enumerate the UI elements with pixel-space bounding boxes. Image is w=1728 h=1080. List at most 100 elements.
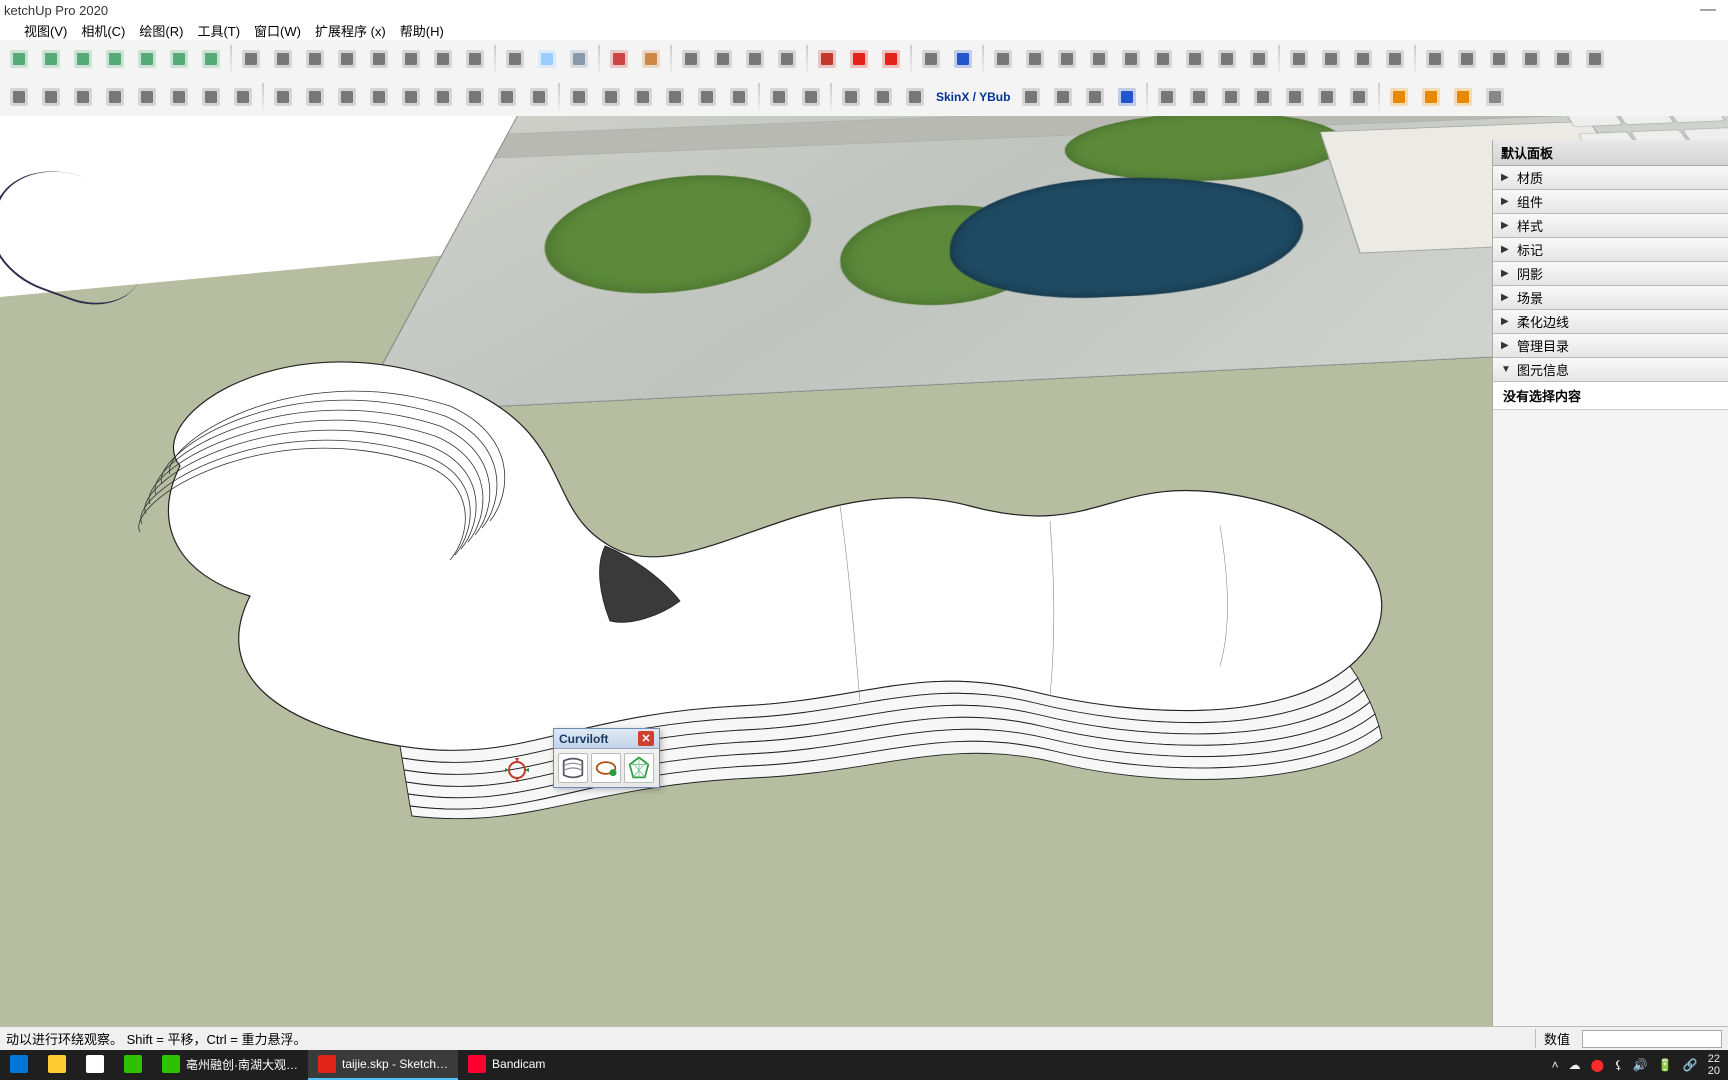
cube-c-button[interactable] <box>1348 44 1378 74</box>
outliner-button[interactable] <box>708 44 738 74</box>
fog-button[interactable] <box>532 44 562 74</box>
tape-button[interactable] <box>268 44 298 74</box>
tray-panel-1[interactable]: ▶组件 <box>1493 190 1728 214</box>
tray-panel-7[interactable]: ▶管理目录 <box>1493 334 1728 358</box>
red1-button[interactable] <box>764 82 794 112</box>
record-icon[interactable]: ⬤ <box>1591 1058 1604 1072</box>
poly-button[interactable] <box>396 82 426 112</box>
curviloft-toolbar[interactable]: Curviloft ✕ <box>553 728 660 788</box>
loft-path-button[interactable] <box>591 753 621 783</box>
box5-button[interactable] <box>1116 44 1146 74</box>
sheet5-button[interactable] <box>1548 44 1578 74</box>
onedrive-icon[interactable]: ☁ <box>1569 1058 1581 1072</box>
wifi-icon[interactable]: ⚸ <box>1614 1058 1623 1072</box>
sheet1-button[interactable] <box>1420 44 1450 74</box>
purple3-button[interactable] <box>900 82 930 112</box>
push-button[interactable] <box>300 82 330 112</box>
curve-button[interactable] <box>524 82 554 112</box>
viewport[interactable]: Curviloft ✕ <box>0 116 1728 1026</box>
box8-button[interactable] <box>1212 44 1242 74</box>
plugin-a-button[interactable] <box>916 44 946 74</box>
layers-button[interactable] <box>676 44 706 74</box>
select-button[interactable] <box>4 82 34 112</box>
tray-panel-2[interactable]: ▶样式 <box>1493 214 1728 238</box>
cshape6-button[interactable] <box>724 82 754 112</box>
menu-ext[interactable]: 扩展程序 (x) <box>309 20 392 41</box>
scenes-button[interactable] <box>740 44 770 74</box>
recycle-button[interactable] <box>1416 82 1446 112</box>
dl-button[interactable] <box>1384 82 1414 112</box>
box7-button[interactable] <box>1180 44 1210 74</box>
menu-help[interactable]: 帮助(H) <box>394 20 450 41</box>
section-button[interactable] <box>460 44 490 74</box>
gear1-button[interactable] <box>1448 82 1478 112</box>
link-icon[interactable]: 🔗 <box>1683 1058 1698 1072</box>
menu-view[interactable]: 视图(V) <box>18 20 73 41</box>
arr-up2-button[interactable] <box>1184 82 1214 112</box>
taskbar-clock[interactable]: 22 20 <box>1708 1053 1720 1077</box>
green-rec-button[interactable] <box>1016 82 1046 112</box>
pencil-button[interactable] <box>268 82 298 112</box>
select-lasso-button[interactable] <box>236 44 266 74</box>
menu-draw[interactable]: 绘图(R) <box>133 20 189 41</box>
right-view-button[interactable] <box>132 44 162 74</box>
task-edge[interactable] <box>0 1050 38 1080</box>
pie-button[interactable] <box>492 82 522 112</box>
bezier2-button[interactable] <box>164 82 194 112</box>
bottom-button[interactable] <box>196 44 226 74</box>
box2-button[interactable] <box>1020 44 1050 74</box>
sheet2-button[interactable] <box>1452 44 1482 74</box>
bezier1-button[interactable] <box>132 82 162 112</box>
box6-button[interactable] <box>1148 44 1178 74</box>
freehand-button[interactable] <box>100 82 130 112</box>
menu-window[interactable]: 窗口(W) <box>248 20 307 41</box>
tray-panel-5[interactable]: ▶场景 <box>1493 286 1728 310</box>
iso-button[interactable] <box>4 44 34 74</box>
box4-button[interactable] <box>1084 44 1114 74</box>
tray-panel-8[interactable]: ▼图元信息 <box>1493 358 1728 382</box>
skinning-button[interactable] <box>624 753 654 783</box>
sample-button[interactable] <box>636 44 666 74</box>
arc-button[interactable] <box>428 82 458 112</box>
menu-tools[interactable]: 工具(T) <box>191 20 246 41</box>
task-bandicam[interactable]: Bandicam <box>458 1050 555 1080</box>
arr-up4-button[interactable] <box>1248 82 1278 112</box>
sheet4-button[interactable] <box>1516 44 1546 74</box>
volume-icon[interactable]: 🔊 <box>1633 1058 1648 1072</box>
shadow-button[interactable] <box>500 44 530 74</box>
line-button[interactable] <box>68 82 98 112</box>
dims-button[interactable] <box>364 44 394 74</box>
red2-button[interactable] <box>796 82 826 112</box>
cube-b-button[interactable] <box>1316 44 1346 74</box>
front-button[interactable] <box>36 44 66 74</box>
minimize-button[interactable]: — <box>1700 1 1716 19</box>
task-explorer[interactable] <box>38 1050 76 1080</box>
axes-button[interactable] <box>332 44 362 74</box>
suapp-button[interactable] <box>844 44 874 74</box>
task-wechat[interactable] <box>114 1050 152 1080</box>
rect-button[interactable] <box>332 82 362 112</box>
eraser-button[interactable] <box>36 82 66 112</box>
bezier4-button[interactable] <box>228 82 258 112</box>
cshape4-button[interactable] <box>660 82 690 112</box>
suapp2-button[interactable] <box>876 44 906 74</box>
match-button[interactable] <box>772 44 802 74</box>
purple1-button[interactable] <box>836 82 866 112</box>
cshape3-button[interactable] <box>628 82 658 112</box>
circle-button[interactable] <box>364 82 394 112</box>
arr-up6-button[interactable] <box>1312 82 1342 112</box>
red-stop-button[interactable] <box>1048 82 1078 112</box>
help-q-button[interactable] <box>1112 82 1142 112</box>
cube-d-button[interactable] <box>1380 44 1410 74</box>
arr-up7-button[interactable] <box>1344 82 1374 112</box>
text-button[interactable] <box>396 44 426 74</box>
tray-panel-0[interactable]: ▶材质 <box>1493 166 1728 190</box>
cshape2-button[interactable] <box>596 82 626 112</box>
back-button[interactable] <box>68 44 98 74</box>
left-view-button[interactable] <box>100 44 130 74</box>
menu-file[interactable] <box>4 29 16 31</box>
box1-button[interactable] <box>988 44 1018 74</box>
arc2-button[interactable] <box>460 82 490 112</box>
arr-up3-button[interactable] <box>1216 82 1246 112</box>
tray-panel-4[interactable]: ▶阴影 <box>1493 262 1728 286</box>
